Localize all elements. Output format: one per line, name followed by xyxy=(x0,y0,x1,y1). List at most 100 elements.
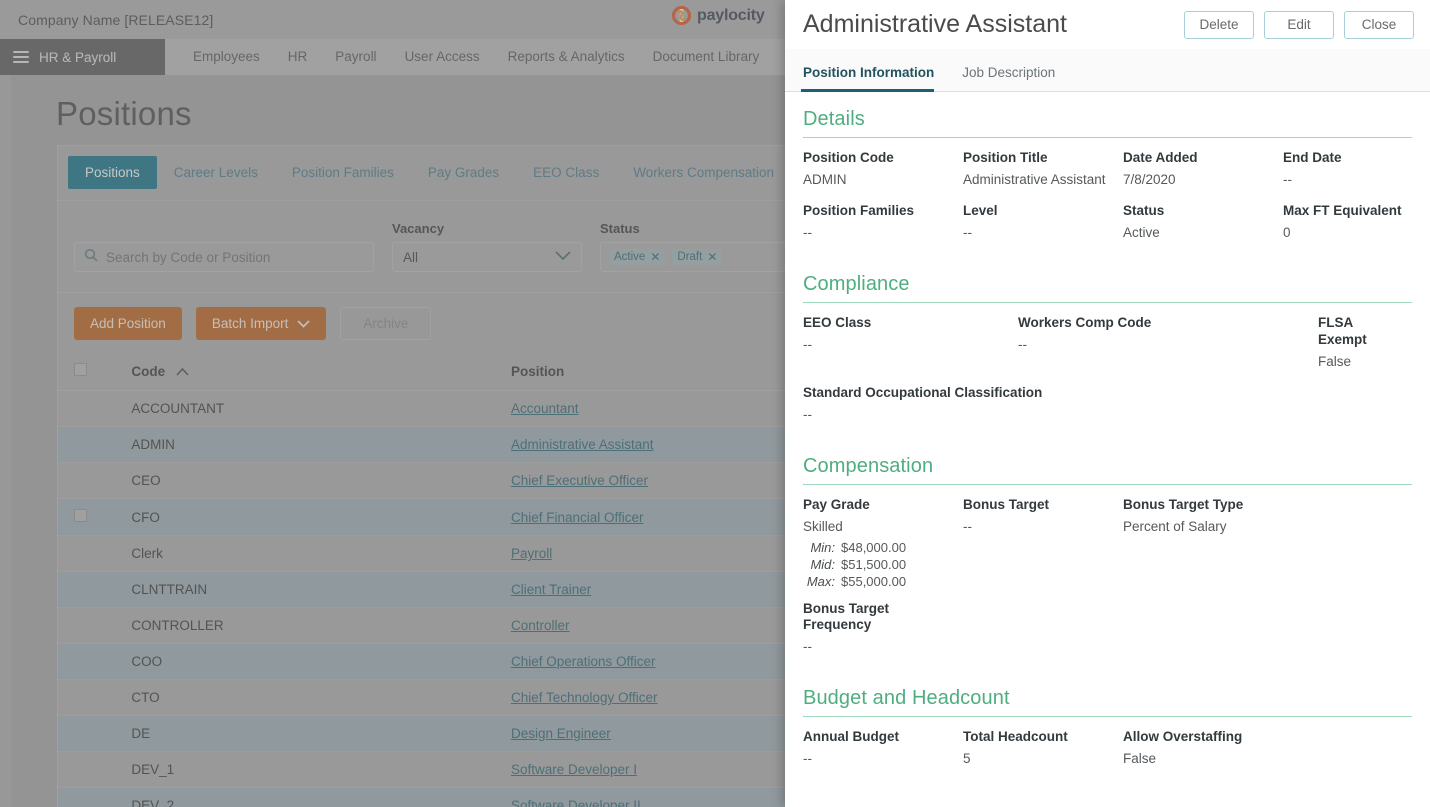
left-rail xyxy=(0,75,11,807)
nav-menu-label: HR & Payroll xyxy=(39,50,116,65)
field-label: Max FT Equivalent xyxy=(1283,203,1402,220)
subtab-pay-grades[interactable]: Pay Grades xyxy=(411,156,516,189)
field-label: Workers Comp Code xyxy=(1018,315,1308,332)
row-code: DEV_1 xyxy=(123,752,503,788)
field-label: Pay Grade xyxy=(803,497,953,514)
header-code[interactable]: Code xyxy=(123,354,503,391)
close-x-icon[interactable]: ✕ xyxy=(707,251,717,263)
position-link[interactable]: Design Engineer xyxy=(511,726,611,741)
pay-grade-min-value: $48,000.00 xyxy=(841,539,906,556)
status-chip-draft[interactable]: Draft ✕ xyxy=(672,249,722,265)
field-annual-budget: Annual Budget -- xyxy=(803,729,963,782)
delete-button[interactable]: Delete xyxy=(1184,11,1254,39)
field-value: -- xyxy=(803,637,953,657)
status-chip-active-label: Active xyxy=(614,251,645,263)
position-link[interactable]: Software Developer I xyxy=(511,762,637,777)
batch-import-label: Batch Import xyxy=(212,316,289,331)
section-divider xyxy=(803,716,1412,717)
subtab-workers-compensation[interactable]: Workers Compensation xyxy=(616,156,791,189)
row-code: CTO xyxy=(123,680,503,716)
nav-item-payroll[interactable]: Payroll xyxy=(321,39,390,75)
field-bonus-target-type: Bonus Target Type Percent of Salary xyxy=(1123,497,1412,605)
pay-grade-mid-value: $51,500.00 xyxy=(841,556,906,573)
vacancy-selected-value: All xyxy=(403,250,418,265)
vacancy-select[interactable]: All xyxy=(392,242,582,272)
nav-item-hr[interactable]: HR xyxy=(274,39,322,75)
nav-menu-toggle[interactable]: HR & Payroll xyxy=(0,39,165,75)
field-standard-occupational-classification: Standard Occupational Classification -- xyxy=(803,385,1412,438)
field-value: False xyxy=(1123,749,1402,769)
row-checkbox-cell[interactable] xyxy=(58,427,123,463)
field-value: -- xyxy=(1283,170,1402,190)
row-checkbox-cell[interactable] xyxy=(58,716,123,752)
field-label: Bonus Target Type xyxy=(1123,497,1402,514)
checkbox-unchecked-icon[interactable] xyxy=(74,363,87,376)
compensation-grid: Pay Grade Skilled Min: $48,000.00 Mid: $… xyxy=(803,497,1412,671)
row-code: COO xyxy=(123,644,503,680)
position-link[interactable]: Administrative Assistant xyxy=(511,437,654,452)
row-code: CONTROLLER xyxy=(123,608,503,644)
field-value: Active xyxy=(1123,223,1273,243)
field-allow-overstaffing: Allow Overstaffing False xyxy=(1123,729,1412,782)
field-label: Position Title xyxy=(963,150,1113,167)
nav-item-reports-analytics[interactable]: Reports & Analytics xyxy=(494,39,639,75)
field-label: Bonus Target xyxy=(963,497,1113,514)
close-x-icon[interactable]: ✕ xyxy=(650,251,660,263)
checkbox-unchecked-icon[interactable] xyxy=(74,509,87,522)
pay-grade-min-label: Min: xyxy=(803,539,835,556)
position-link[interactable]: Accountant xyxy=(511,401,579,416)
row-checkbox-cell[interactable] xyxy=(58,788,123,807)
close-button[interactable]: Close xyxy=(1344,11,1414,39)
row-checkbox-cell[interactable] xyxy=(58,680,123,716)
field-label: Allow Overstaffing xyxy=(1123,729,1402,746)
field-value: -- xyxy=(1018,335,1308,355)
field-bonus-target-frequency: Bonus Target Frequency -- xyxy=(803,601,963,671)
nav-item-employees[interactable]: Employees xyxy=(179,39,274,75)
row-code: Clerk xyxy=(123,536,503,572)
position-link[interactable]: Client Trainer xyxy=(511,582,591,597)
row-checkbox-cell[interactable] xyxy=(58,536,123,572)
nav-item-user-access[interactable]: User Access xyxy=(391,39,494,75)
select-all-header xyxy=(58,354,123,391)
paylocity-logo-icon xyxy=(672,6,691,25)
field-value: ADMIN xyxy=(803,170,953,190)
position-link[interactable]: Chief Executive Officer xyxy=(511,473,648,488)
field-level: Level -- xyxy=(963,203,1123,256)
row-checkbox-cell[interactable] xyxy=(58,499,123,536)
status-multiselect[interactable]: Active ✕ Draft ✕ xyxy=(600,242,800,272)
row-checkbox-cell[interactable] xyxy=(58,463,123,499)
field-date-added: Date Added 7/8/2020 xyxy=(1123,150,1283,203)
row-checkbox-cell[interactable] xyxy=(58,572,123,608)
subtab-eeo-class[interactable]: EEO Class xyxy=(516,156,616,189)
edit-button[interactable]: Edit xyxy=(1264,11,1334,39)
search-input[interactable]: Search by Code or Position xyxy=(74,242,374,272)
budget-grid: Annual Budget -- Total Headcount 5 Allow… xyxy=(803,729,1412,782)
add-position-button[interactable]: Add Position xyxy=(74,307,182,340)
tab-job-description[interactable]: Job Description xyxy=(962,65,1069,91)
subtab-career-levels[interactable]: Career Levels xyxy=(157,156,275,189)
tab-position-information[interactable]: Position Information xyxy=(803,65,948,91)
pay-grade-max-value: $55,000.00 xyxy=(841,573,906,590)
subtab-positions[interactable]: Positions xyxy=(68,156,157,189)
pay-grade-max-label: Max: xyxy=(803,573,835,590)
position-link[interactable]: Payroll xyxy=(511,546,552,561)
status-field-group: Status Active ✕ Draft ✕ xyxy=(600,221,800,272)
row-checkbox-cell[interactable] xyxy=(58,644,123,680)
status-chip-draft-label: Draft xyxy=(677,251,702,263)
row-checkbox-cell[interactable] xyxy=(58,391,123,427)
position-link[interactable]: Chief Operations Officer xyxy=(511,654,656,669)
field-value: 5 xyxy=(963,749,1113,769)
row-code: DEV_2 xyxy=(123,788,503,807)
row-checkbox-cell[interactable] xyxy=(58,608,123,644)
nav-item-document-library[interactable]: Document Library xyxy=(639,39,774,75)
status-chip-active[interactable]: Active ✕ xyxy=(609,249,665,265)
position-link[interactable]: Controller xyxy=(511,618,570,633)
batch-import-button[interactable]: Batch Import xyxy=(196,307,327,340)
position-link[interactable]: Chief Technology Officer xyxy=(511,690,658,705)
row-checkbox-cell[interactable] xyxy=(58,752,123,788)
position-link[interactable]: Software Developer II xyxy=(511,798,641,807)
drawer-body: Details Position Code ADMIN Position Tit… xyxy=(785,92,1430,807)
subtab-position-families[interactable]: Position Families xyxy=(275,156,411,189)
position-link[interactable]: Chief Financial Officer xyxy=(511,510,644,525)
field-value: -- xyxy=(803,223,953,243)
